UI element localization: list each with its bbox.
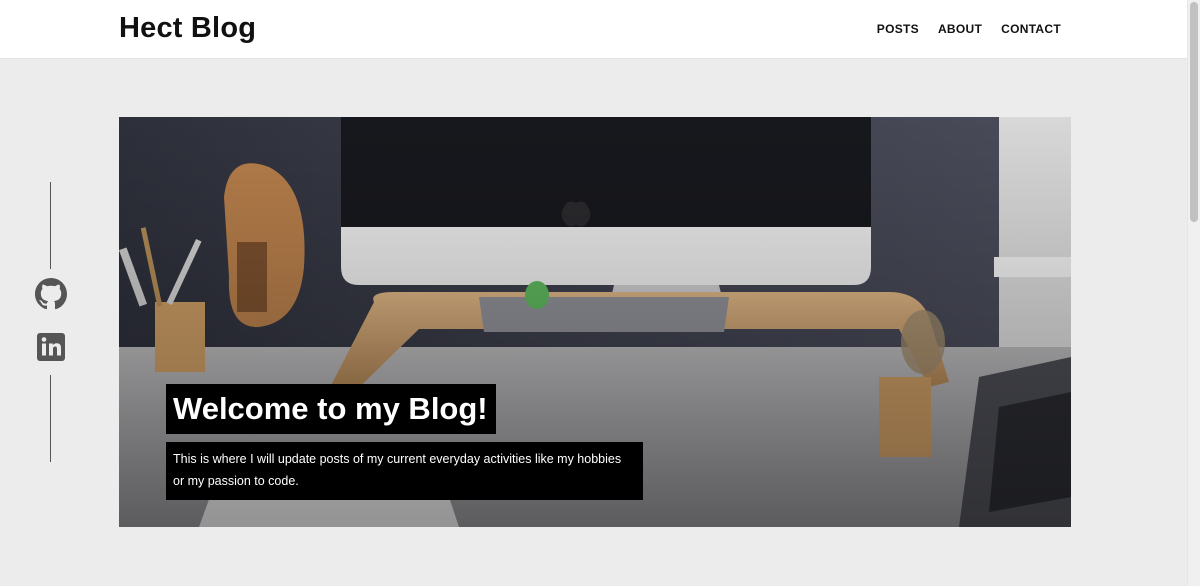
github-icon[interactable] bbox=[35, 278, 67, 310]
social-links bbox=[33, 182, 69, 462]
site-header: Hect Blog POSTS ABOUT CONTACT bbox=[0, 0, 1188, 59]
hero-description: This is where I will update posts of my … bbox=[166, 441, 643, 500]
main-nav: POSTS ABOUT CONTACT bbox=[877, 22, 1061, 36]
nav-contact-link[interactable]: CONTACT bbox=[1001, 22, 1061, 36]
nav-posts-link[interactable]: POSTS bbox=[877, 22, 919, 36]
social-divider-top bbox=[50, 182, 51, 269]
nav-about-link[interactable]: ABOUT bbox=[938, 22, 982, 36]
site-title-link[interactable]: Hect Blog bbox=[119, 12, 256, 45]
linkedin-icon[interactable] bbox=[35, 331, 67, 363]
social-divider-bottom bbox=[50, 375, 51, 462]
hero-banner: Welcome to my Blog! This is where I will… bbox=[119, 117, 1071, 527]
scrollbar-thumb[interactable] bbox=[1190, 2, 1198, 222]
page-scrollbar[interactable] bbox=[1187, 0, 1200, 586]
hero-title: Welcome to my Blog! bbox=[166, 383, 496, 434]
